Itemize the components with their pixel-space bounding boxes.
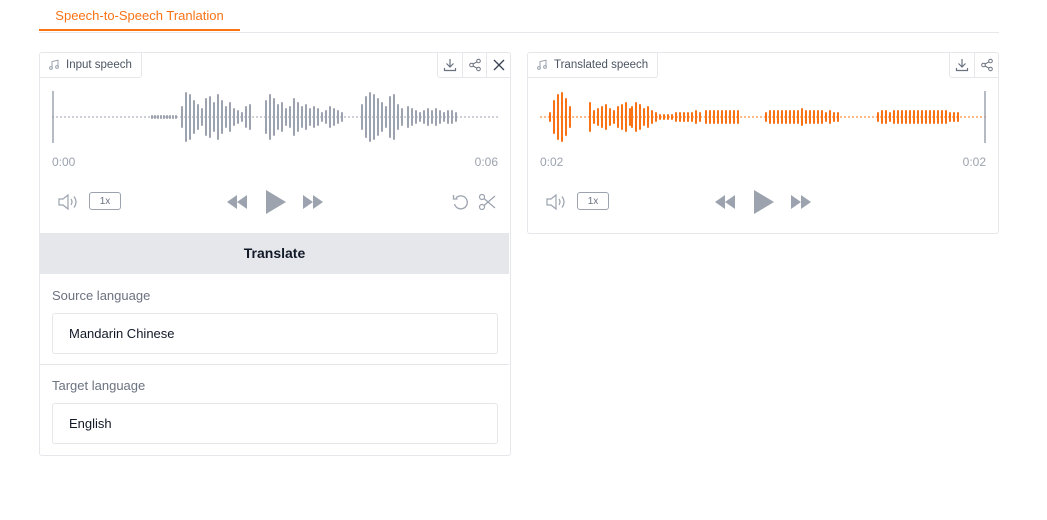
input-speech-label: Input speech xyxy=(40,53,142,78)
source-language-input[interactable]: Mandarin Chinese xyxy=(52,313,498,354)
translated-speech-label: Translated speech xyxy=(528,53,659,78)
play-icon[interactable] xyxy=(752,189,776,215)
download-button[interactable] xyxy=(438,53,462,77)
input-time-start: 0:00 xyxy=(52,155,76,169)
tab-bar: Speech-to-Speech Tranlation xyxy=(39,0,999,33)
rewind-icon[interactable] xyxy=(714,194,736,210)
undo-icon[interactable] xyxy=(452,193,470,211)
input-speech-label-text: Input speech xyxy=(66,59,132,71)
rewind-icon[interactable] xyxy=(226,194,248,210)
download-button[interactable] xyxy=(950,53,974,77)
close-icon xyxy=(493,59,504,71)
translated-waveform[interactable] xyxy=(540,89,986,145)
music-note-icon xyxy=(49,59,59,70)
input-speech-panel: Input speech 0:00 0:06 1x Translate Sour… xyxy=(39,52,511,456)
clear-button[interactable] xyxy=(486,53,510,77)
input-waveform[interactable] xyxy=(52,89,498,145)
volume-icon[interactable] xyxy=(57,193,79,211)
output-time-end: 0:02 xyxy=(962,155,986,169)
fast-forward-icon[interactable] xyxy=(302,194,324,210)
play-icon[interactable] xyxy=(264,189,288,215)
scissors-icon[interactable] xyxy=(478,193,496,211)
music-note-icon xyxy=(537,59,547,70)
tab-speech-to-speech-translation[interactable]: Speech-to-Speech Tranlation xyxy=(39,0,240,31)
volume-icon[interactable] xyxy=(545,193,567,211)
playback-speed-button[interactable]: 1x xyxy=(577,192,609,210)
translate-button[interactable]: Translate xyxy=(40,233,509,274)
output-icon-bar xyxy=(949,53,998,78)
translated-speech-panel: Translated speech 0:02 0:02 1x xyxy=(527,52,999,234)
fast-forward-icon[interactable] xyxy=(790,194,812,210)
input-time-end: 0:06 xyxy=(474,155,498,169)
input-icon-bar xyxy=(437,53,510,78)
playback-speed-button[interactable]: 1x xyxy=(89,192,121,210)
source-language-block: Source language Mandarin Chinese xyxy=(40,274,509,364)
share-icon xyxy=(980,58,993,72)
output-time-start: 0:02 xyxy=(540,155,564,169)
share-button[interactable] xyxy=(462,53,486,77)
target-language-input[interactable]: English xyxy=(52,403,498,444)
translated-speech-label-text: Translated speech xyxy=(554,59,649,71)
share-button[interactable] xyxy=(974,53,998,77)
download-icon xyxy=(955,59,969,72)
target-language-label: Target language xyxy=(52,378,146,393)
share-icon xyxy=(468,58,481,72)
download-icon xyxy=(443,59,457,72)
target-language-block: Target language English xyxy=(40,364,509,454)
input-controls: 1x xyxy=(52,187,498,217)
output-controls: 1x xyxy=(540,187,986,217)
source-language-label: Source language xyxy=(52,288,151,303)
